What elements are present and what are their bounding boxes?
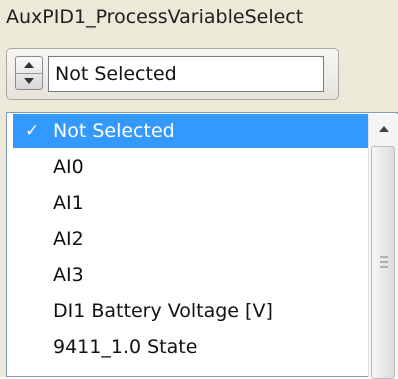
list-item-label: AI0 xyxy=(53,156,84,178)
triangle-up-icon xyxy=(24,62,34,68)
list-item-ai0[interactable]: AI0 xyxy=(13,150,369,184)
spinner-down-button[interactable] xyxy=(16,73,42,89)
list-item-ai2[interactable]: AI2 xyxy=(13,222,369,256)
check-icon: ✓ xyxy=(25,121,40,141)
list-item-label: DI1 Battery Voltage [V] xyxy=(53,300,273,322)
combo-value-field[interactable]: Not Selected xyxy=(48,56,324,92)
spinner-control[interactable] xyxy=(15,56,43,90)
list-item-ai1[interactable]: AI1 xyxy=(13,186,369,220)
vertical-scrollbar[interactable] xyxy=(368,114,398,379)
list-item-not-selected[interactable]: ✓ Not Selected xyxy=(13,114,369,148)
field-title: AuxPID1_ProcessVariableSelect xyxy=(6,6,304,28)
list-item-label: AI1 xyxy=(53,192,84,214)
property-panel: AuxPID1_ProcessVariableSelect Not Select… xyxy=(0,0,398,379)
scroll-up-arrow-icon xyxy=(378,126,389,132)
list-item-label: Not Selected xyxy=(53,120,175,142)
scroll-grip-icon xyxy=(380,256,388,268)
spinner-up-button[interactable] xyxy=(16,57,42,74)
list-item-di1-battery-voltage[interactable]: DI1 Battery Voltage [V] xyxy=(13,294,369,328)
list-item-label: 9411_1.0 State xyxy=(53,336,198,358)
scroll-thumb[interactable] xyxy=(371,146,395,379)
list-item-label: AI2 xyxy=(53,228,84,250)
list-item-ai3[interactable]: AI3 xyxy=(13,258,369,292)
dropdown-list[interactable]: ✓ Not Selected AI0 AI1 AI2 AI3 DI1 Batte… xyxy=(6,112,398,379)
list-item-9411-state[interactable]: 9411_1.0 State xyxy=(13,330,369,364)
triangle-down-icon xyxy=(24,78,34,84)
scroll-up-button[interactable] xyxy=(369,114,398,144)
list-item-label: AI3 xyxy=(53,264,84,286)
